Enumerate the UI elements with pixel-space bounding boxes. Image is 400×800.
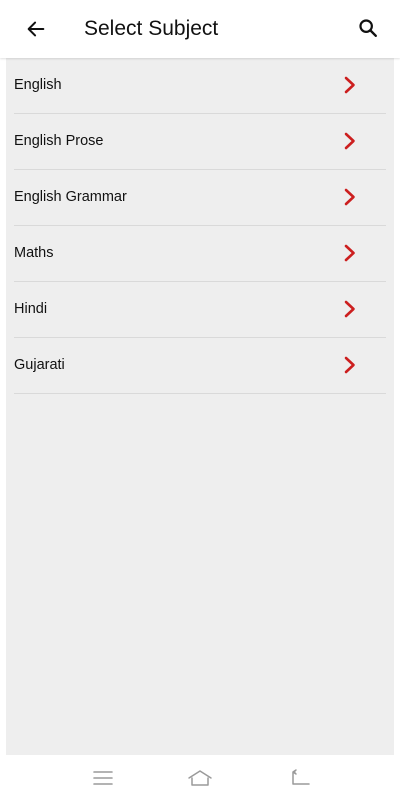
subject-label: Hindi <box>14 301 48 317</box>
subject-item-hindi[interactable]: Hindi <box>14 282 386 338</box>
chevron-right-icon <box>340 355 360 375</box>
chevron-right-icon <box>340 187 360 207</box>
subject-list-container: English English Prose English Grammar Ma… <box>6 58 394 755</box>
chevron-right-icon <box>340 243 360 263</box>
search-icon <box>359 19 377 37</box>
subject-label: Maths <box>14 245 54 261</box>
subject-label: Gujarati <box>14 357 65 373</box>
menu-icon <box>93 771 113 785</box>
search-button[interactable] <box>350 10 386 46</box>
chevron-right-icon <box>340 299 360 319</box>
system-navigation-bar <box>0 755 400 800</box>
subject-list: English English Prose English Grammar Ma… <box>6 58 394 394</box>
screen: Select Subject English English Prose Eng… <box>0 0 400 800</box>
subject-label: English Prose <box>14 133 104 149</box>
back-nav-button[interactable] <box>286 763 316 793</box>
subject-label: English Grammar <box>14 189 127 205</box>
subject-item-english-grammar[interactable]: English Grammar <box>14 170 386 226</box>
subject-item-english-prose[interactable]: English Prose <box>14 114 386 170</box>
subject-item-english[interactable]: English <box>14 58 386 114</box>
subject-item-gujarati[interactable]: Gujarati <box>14 338 386 394</box>
home-icon <box>188 770 212 786</box>
chevron-right-icon <box>340 131 360 151</box>
subject-label: English <box>14 77 62 93</box>
recents-button[interactable] <box>88 763 118 793</box>
chevron-right-icon <box>340 75 360 95</box>
back-icon <box>292 769 310 785</box>
app-bar: Select Subject <box>0 0 400 58</box>
subject-item-maths[interactable]: Maths <box>14 226 386 282</box>
page-title: Select Subject <box>84 17 219 40</box>
back-button[interactable] <box>18 11 54 47</box>
home-button[interactable] <box>185 763 215 793</box>
arrow-left-icon <box>27 21 45 37</box>
